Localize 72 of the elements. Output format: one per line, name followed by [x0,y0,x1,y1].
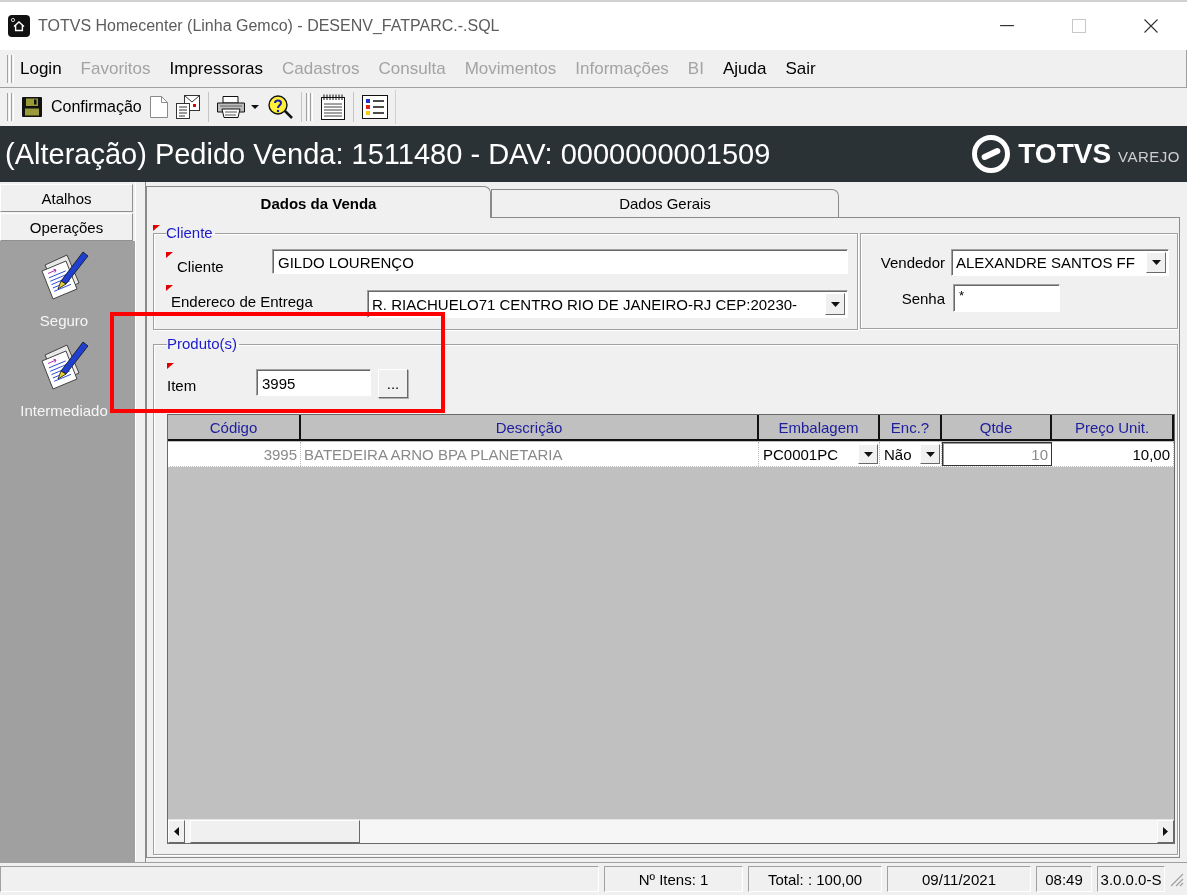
menu-item[interactable]: Impressoras [169,58,264,79]
list-icon [361,95,388,119]
document-pen-icon [39,251,89,301]
menu-item[interactable]: Sair [785,58,816,79]
minimize-icon [1000,25,1014,27]
table-cell: 10,00 [1052,442,1174,466]
order-title: (Alteração) Pedido Venda: 1511480 - DAV: 0000000001509 [5,137,772,171]
help-icon [266,95,293,119]
scroll-left-button[interactable] [168,820,185,843]
confirm-button[interactable]: Confirmação [18,92,146,122]
group-title: Cliente [166,225,213,241]
dropdown-button[interactable] [825,293,845,315]
column-header[interactable]: Código [168,415,301,441]
status-panel: Total: : 100,00 [748,866,882,892]
caret-icon [250,105,259,109]
blank-page-icon [149,96,168,118]
document-envelope-icon [175,95,200,119]
splitter-bar[interactable] [135,182,146,862]
field-label: Vendedor [880,254,945,271]
editable-cell[interactable]: 10 [942,442,1052,466]
combo-box[interactable]: ALEXANDRE SANTOS FF [951,249,1169,276]
column-header[interactable]: Enc.? [880,415,942,441]
status-panel: Nº Itens: 1 [604,866,743,892]
home-icon [8,15,30,37]
scroll-right-button[interactable] [1157,820,1174,843]
caret-icon [863,451,873,457]
text-field[interactable]: 3995 [256,369,371,396]
tab[interactable]: Dados Gerais [491,189,839,217]
resize-grip-icon [1170,873,1184,887]
sidebar-section-button[interactable]: Atalhos [0,184,133,212]
password-field[interactable]: * [953,284,1060,312]
field-label: Cliente [177,258,224,275]
dropdown-cell[interactable]: Não [880,442,942,466]
close-icon [1144,19,1158,33]
maximize-icon [1072,19,1086,33]
menu-item[interactable]: Ajuda [722,58,767,79]
status-panel: 08:49 [1036,866,1092,892]
right-arrow-icon [1163,827,1168,836]
field-label: Endereco de Entrega [171,293,313,310]
table-cell: 3995 [168,442,301,466]
dropdown-button[interactable] [1146,252,1166,273]
dropdown-cell[interactable]: PC0001PC [759,442,880,466]
scrollbar-thumb[interactable] [190,820,360,843]
lookup-button[interactable]: ... [378,369,408,398]
menu-item[interactable]: Login [20,58,62,79]
logo-text: TOTVS [1018,138,1112,170]
column-header[interactable]: Descrição [301,415,759,441]
logo-subtitle: VAREJO [1118,148,1180,165]
window-title: TOTVS Homecenter (Linha Gemco) - DESENV_FATPARC.-.SQL [38,17,500,35]
caret-icon [925,451,935,457]
column-header[interactable]: Qtde [942,415,1052,441]
dropdown-button[interactable] [858,444,878,464]
field-label: Senha [901,289,945,307]
logo-icon [972,135,1011,173]
caret-icon [830,301,840,307]
dropdown-button[interactable] [920,444,940,464]
document-pen-icon [39,341,89,391]
text-field[interactable]: GILDO LOURENÇO [272,249,848,274]
field-label: Item [167,377,197,394]
status-panel: 3.0.0.0-S [1097,866,1165,892]
tab[interactable]: Dados da Venda [146,186,491,218]
printer-icon [216,96,245,118]
sidebar-section-button[interactable]: Operações [0,213,133,241]
table-cell: BATEDEIRA ARNO BPA PLANETARIA [301,442,759,466]
left-arrow-icon [174,827,179,836]
status-panel: 09/11/2021 [887,866,1031,892]
caret-icon [1151,260,1161,265]
column-header[interactable]: Preço Unit. [1052,415,1174,441]
notepad-icon [320,94,345,120]
group-title: Produto(s) [167,336,238,352]
column-header[interactable]: Embalagem [759,415,880,441]
combo-box[interactable]: R. RIACHUELO71 CENTRO RIO DE JANEIRO-RJ CEP:20230- [367,290,848,318]
